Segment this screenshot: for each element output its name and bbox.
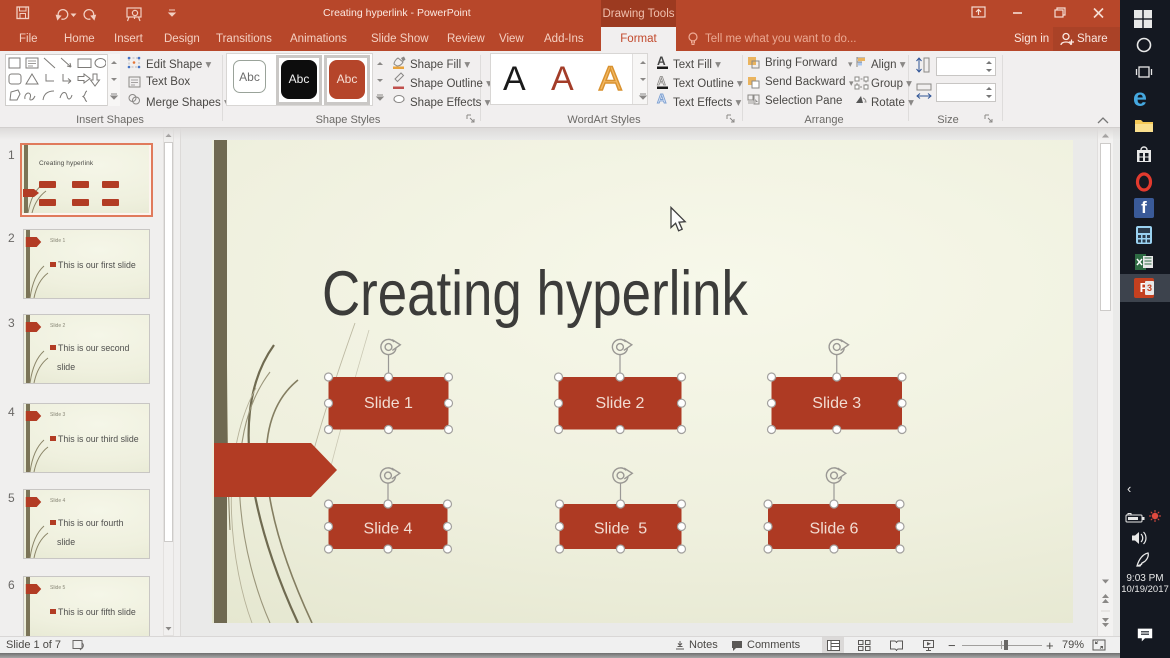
svg-text:A: A — [657, 91, 667, 105]
svg-text:Creating hyperlink: Creating hyperlink — [322, 259, 748, 329]
svg-text:Slide 5: Slide 5 — [594, 521, 647, 538]
svg-text:Slide 2: Slide 2 — [596, 395, 645, 412]
svg-text:Slide 4: Slide 4 — [364, 521, 413, 538]
svg-text:A: A — [657, 55, 666, 68]
svg-text:Slide 1: Slide 1 — [364, 395, 413, 412]
svg-text:Slide 3: Slide 3 — [812, 395, 861, 412]
svg-text:Slide 6: Slide 6 — [810, 521, 859, 538]
svg-text:A: A — [657, 74, 666, 88]
